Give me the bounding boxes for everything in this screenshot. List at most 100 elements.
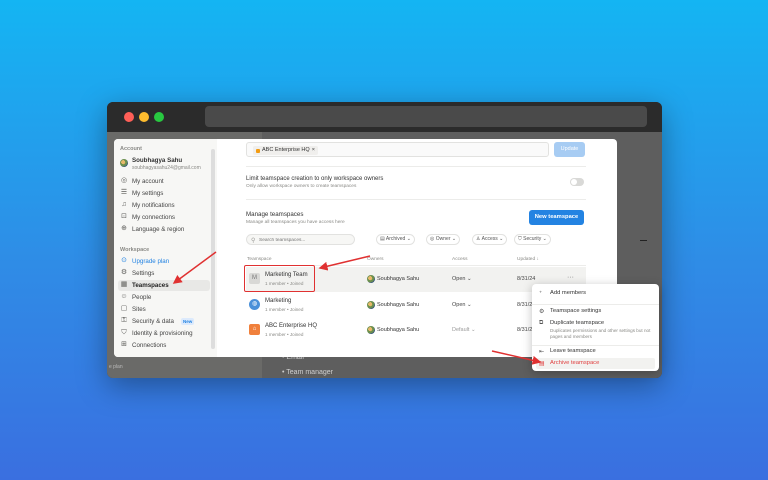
grid-icon: ⊞	[121, 341, 127, 348]
chevron-down-icon: ⌄	[406, 236, 411, 242]
more-options-icon[interactable]: ···	[567, 274, 574, 281]
teamspace-chip[interactable]: ABC Enterprise HQ ×	[253, 146, 318, 155]
search-teamspaces[interactable]: ⚲	[246, 234, 355, 245]
sidebar-item-connections[interactable]: ⊞ Connections	[118, 340, 210, 351]
divider	[246, 199, 586, 200]
menu-item-duplicate-teamspace[interactable]: ⧉ Duplicate teamspace Duplicates permissio…	[536, 318, 655, 344]
title-bar	[107, 102, 662, 132]
new-teamspace-button[interactable]: New teamspace	[529, 210, 584, 225]
close-window-button[interactable]	[124, 112, 134, 122]
avatar	[367, 301, 375, 309]
key-icon: ⚿	[121, 317, 127, 324]
access-dropdown[interactable]: Open ⌄	[452, 276, 472, 282]
address-bar[interactable]	[205, 106, 647, 127]
sidebar-item-language-region[interactable]: ⊕ Language & region	[118, 224, 210, 235]
gear-icon: ⚙	[120, 269, 128, 276]
highlight-box	[244, 265, 315, 292]
sidebar-scrollbar[interactable]	[211, 149, 215, 349]
sidebar-user: Soubhagya Sahu soubhagyasahu24@gmail.com	[120, 156, 216, 174]
teamspace-meta: 1 member • Joined	[265, 307, 304, 312]
manage-teamspaces-title: Manage teamspaces	[246, 211, 304, 218]
workspace-section-header: Workspace	[120, 247, 150, 253]
sliders-icon: ☰	[120, 189, 128, 196]
sidebar-item-people[interactable]: ☺ People	[118, 292, 210, 303]
account-section-header: Account	[120, 146, 142, 152]
teamspace-name: Marketing	[265, 298, 292, 304]
sidebar-item-settings[interactable]: ⚙ Settings	[118, 268, 210, 279]
menu-item-add-members[interactable]: ⁺ Add members	[536, 288, 655, 301]
filter-security[interactable]: ⛉ Security ⌄	[514, 234, 551, 245]
teamspace-select-input[interactable]: ABC Enterprise HQ ×	[246, 142, 549, 157]
duplicate-icon: ⧉	[539, 320, 544, 326]
sidebar-item-security-data[interactable]: ⚿ Security & data New	[118, 316, 210, 327]
chevron-down-icon: ⌄	[499, 236, 504, 242]
owner-name: Soubhagya Sahu	[377, 276, 420, 282]
link-icon: ⊡	[121, 213, 127, 220]
teamspace-context-menu: ⁺ Add members ⚙ Teamspace settings ⧉ Duplic…	[532, 284, 659, 371]
menu-item-leave-teamspace[interactable]: ⇤ Leave teamspace	[536, 346, 655, 358]
chevron-down-icon: ⌄	[542, 236, 547, 242]
shield-icon: ⛉	[518, 236, 522, 242]
user-circle-icon: ◎	[120, 177, 128, 184]
teamspace-name: ABC Enterprise HQ	[265, 323, 318, 329]
sidebar-item-my-account[interactable]: ◎ My account	[118, 176, 210, 187]
search-icon: ⚲	[251, 237, 256, 244]
chevron-down-icon: ⌄	[451, 236, 457, 242]
chevron-down-icon: ⌄	[467, 302, 472, 308]
user-icon: ◎	[430, 236, 435, 242]
lock-icon: ♙	[476, 236, 481, 242]
user-name: Soubhagya Sahu	[132, 157, 183, 164]
leave-icon: ⇤	[539, 349, 545, 355]
minimize-window-button[interactable]	[139, 112, 149, 122]
sidebar-item-teamspaces[interactable]: ▦ Teamspaces	[118, 280, 210, 291]
manage-teamspaces-subtitle: Manage all teamspaces you have access he…	[246, 220, 345, 225]
chevron-down-icon: ⌄	[470, 327, 476, 333]
user-email: soubhagyasahu24@gmail.com	[132, 165, 201, 171]
divider	[246, 166, 586, 167]
sort-down-icon: ↓	[536, 257, 539, 262]
sidebar-item-sites[interactable]: ▢ Sites	[118, 304, 210, 315]
archive-icon: ▤	[380, 236, 385, 242]
sidebar-item-upgrade-plan[interactable]: ⊙ Upgrade plan	[118, 256, 210, 267]
sidebar-item-my-connections[interactable]: ⊡ My connections	[118, 212, 210, 223]
settings-sidebar: Account Soubhagya Sahu soubhagyasahu24@g…	[114, 139, 217, 357]
column-updated[interactable]: Updated ↓	[517, 257, 539, 262]
arrow-up-circle-icon: ⊙	[121, 257, 127, 264]
background-sidebar-text: e plan	[109, 364, 123, 370]
search-input[interactable]	[259, 236, 349, 244]
plus-user-icon: ⁺	[539, 291, 543, 297]
limit-creation-toggle[interactable]	[570, 178, 584, 186]
chevron-down-icon: ⌄	[467, 276, 472, 282]
column-teamspace[interactable]: Teamspace	[247, 257, 272, 262]
owner-name: Soubhagya Sahu	[377, 302, 420, 308]
bell-icon: ♫	[121, 201, 127, 208]
teamspace-meta: 1 member • Joined	[265, 332, 304, 337]
sidebar-item-identity-provisioning[interactable]: ⛉ Identity & provisioning	[118, 328, 210, 339]
people-icon: ☺	[120, 293, 128, 300]
sites-icon: ▢	[120, 305, 128, 312]
maximize-window-button[interactable]	[154, 112, 164, 122]
background-list-item: • Team manager	[282, 369, 333, 376]
limit-creation-subtitle: Only allow workspace owners to create te…	[246, 184, 357, 189]
filter-owner[interactable]: ◎ Owner ⌄	[426, 234, 461, 245]
limit-creation-title: Limit teamspace creation to only workspa…	[246, 176, 384, 182]
remove-chip-icon[interactable]: ×	[312, 146, 315, 155]
avatar	[367, 326, 375, 334]
filter-archived[interactable]: ▤ Archived ⌄	[376, 234, 415, 245]
gear-icon: ⚙	[539, 309, 545, 315]
column-access[interactable]: Access	[452, 257, 467, 262]
avatar	[367, 275, 375, 283]
teamspace-color-icon	[256, 148, 260, 153]
update-button[interactable]: Update	[554, 142, 585, 157]
menu-item-archive-teamspace[interactable]: ▤ Archive teamspace	[536, 358, 655, 369]
access-dropdown[interactable]: Open ⌄	[452, 302, 472, 308]
globe-icon: ⊕	[121, 225, 127, 232]
sidebar-item-my-notifications[interactable]: ♫ My notifications	[118, 200, 210, 211]
background-list: • Email • Team manager	[282, 354, 333, 378]
filter-access[interactable]: ♙ Access ⌄	[472, 234, 508, 245]
sidebar-item-my-settings[interactable]: ☰ My settings	[118, 188, 210, 199]
column-owners[interactable]: Owners	[367, 257, 384, 262]
access-dropdown[interactable]: Default ⌄	[452, 327, 476, 333]
avatar	[120, 159, 128, 167]
menu-divider	[532, 304, 659, 305]
